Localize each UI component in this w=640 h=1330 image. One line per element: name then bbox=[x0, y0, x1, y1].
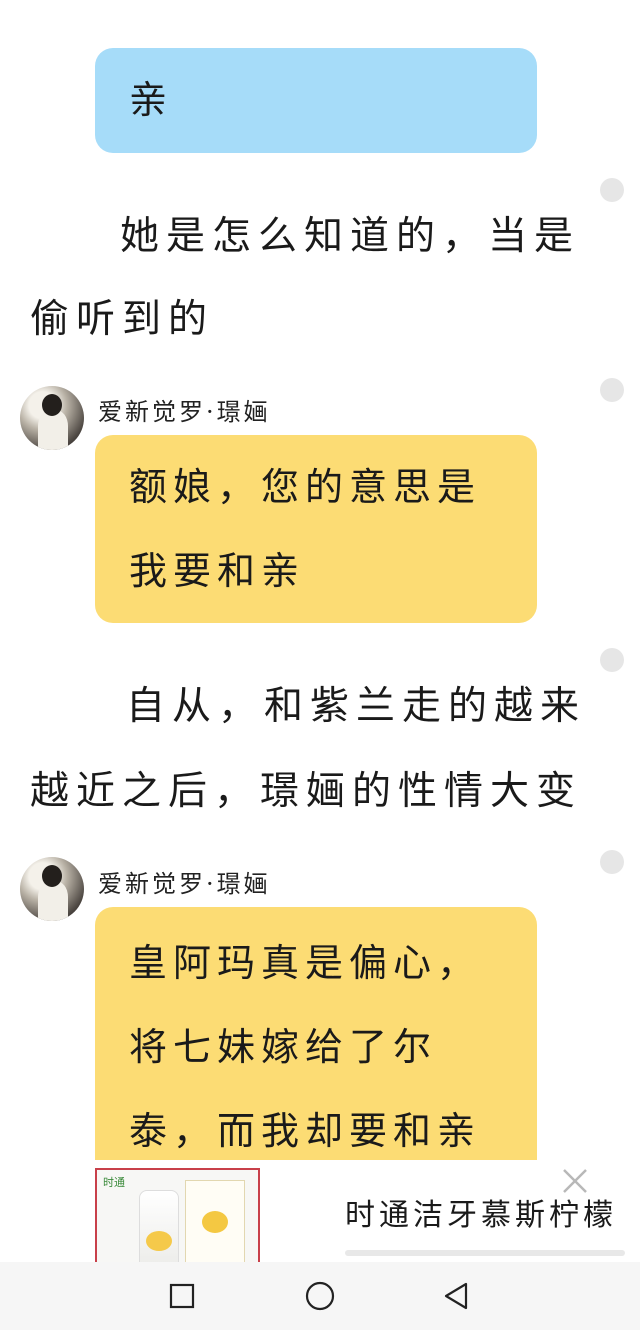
ad-product-image[interactable]: 时通 bbox=[95, 1168, 260, 1263]
sender-name: 爱新觉罗·璟婳 bbox=[98, 870, 271, 898]
narration-line: 她是怎么知道的，当是 bbox=[120, 214, 581, 259]
avatar[interactable] bbox=[20, 857, 84, 921]
back-button[interactable] bbox=[436, 1276, 476, 1316]
system-nav-bar bbox=[0, 1262, 640, 1330]
bubble-text: 我要和亲 bbox=[129, 549, 306, 593]
close-icon[interactable] bbox=[560, 1166, 590, 1196]
comment-dot[interactable] bbox=[600, 648, 624, 672]
narration-line: 偷听到的 bbox=[30, 297, 215, 342]
bubble-text: 将七妹嫁给了尔 bbox=[129, 1025, 438, 1069]
narration-line: 自从，和紫兰走的越来 bbox=[126, 684, 587, 729]
brand-logo: 时通 bbox=[103, 1176, 125, 1189]
avatar[interactable] bbox=[20, 386, 84, 450]
bubble-text: 额娘，您的意思是 bbox=[129, 465, 482, 509]
sender-name: 爱新觉罗·璟婳 bbox=[98, 398, 271, 426]
ad-title[interactable]: 时通洁牙慕斯柠檬 bbox=[345, 1190, 617, 1234]
comment-dot[interactable] bbox=[600, 378, 624, 402]
comment-dot[interactable] bbox=[600, 850, 624, 874]
back-triangle-icon bbox=[444, 1282, 468, 1310]
recents-square-icon bbox=[169, 1283, 195, 1309]
home-circle-icon bbox=[305, 1281, 335, 1311]
ad-banner[interactable]: 时通 时通洁牙慕斯柠檬 bbox=[0, 1160, 640, 1263]
bubble-text: 皇阿玛真是偏心， bbox=[129, 941, 482, 985]
ad-subtitle bbox=[345, 1250, 625, 1256]
chat-bubble-yellow: 额娘，您的意思是 我要和亲 bbox=[95, 435, 537, 623]
recents-button[interactable] bbox=[162, 1276, 202, 1316]
chat-bubble-blue: 亲 bbox=[95, 48, 537, 153]
home-button[interactable] bbox=[300, 1276, 340, 1316]
chat-bubble-yellow: 皇阿玛真是偏心， 将七妹嫁给了尔 泰，而我却要和亲 bbox=[95, 907, 537, 1197]
comment-dot[interactable] bbox=[600, 178, 624, 202]
narration-line: 越近之后，璟婳的性情大变 bbox=[30, 769, 583, 814]
bubble-text: 亲 bbox=[129, 78, 174, 122]
